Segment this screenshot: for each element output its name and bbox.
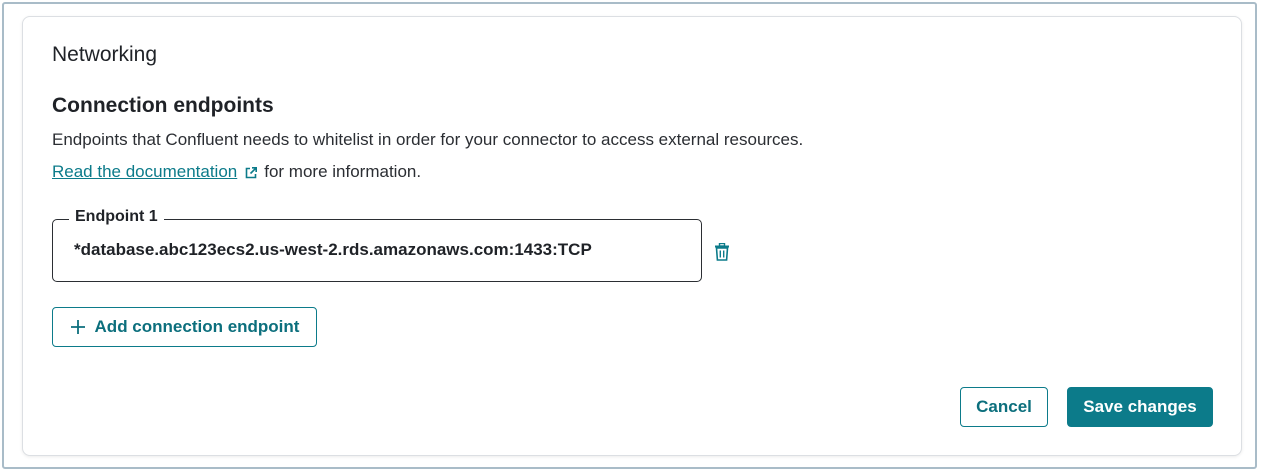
docs-suffix-text: for more information. bbox=[264, 162, 422, 181]
docs-line: Read the documentation for more informat… bbox=[52, 162, 421, 182]
trash-icon[interactable] bbox=[714, 242, 730, 261]
section-title: Networking bbox=[52, 43, 158, 66]
endpoint-label: Endpoint 1 bbox=[69, 208, 164, 226]
networking-card: Networking Connection endpoints Endpoint… bbox=[22, 16, 1242, 456]
add-connection-endpoint-label: Add connection endpoint bbox=[94, 317, 300, 336]
cancel-button[interactable]: Cancel bbox=[960, 387, 1048, 427]
subsection-title: Connection endpoints bbox=[52, 94, 274, 117]
external-link-icon[interactable] bbox=[244, 165, 258, 179]
save-changes-button[interactable]: Save changes bbox=[1067, 387, 1213, 427]
endpoint-field: Endpoint 1 bbox=[52, 208, 702, 282]
endpoint-input[interactable] bbox=[74, 240, 674, 260]
documentation-link[interactable]: Read the documentation bbox=[52, 162, 237, 182]
add-connection-endpoint-button[interactable]: Add connection endpoint bbox=[52, 307, 317, 347]
plus-icon bbox=[70, 319, 86, 335]
description-text: Endpoints that Confluent needs to whitel… bbox=[52, 130, 804, 149]
